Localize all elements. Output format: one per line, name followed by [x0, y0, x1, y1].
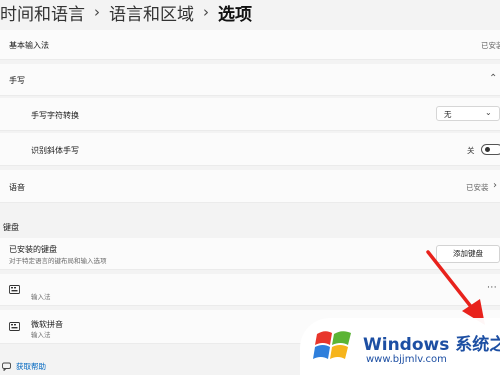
chevron-up-icon[interactable]: ⌃: [489, 73, 497, 84]
basic-input-row: 基本输入法 已安装: [0, 30, 500, 60]
dropdown-value: 无: [444, 110, 452, 119]
add-keyboard-button[interactable]: 添加键盘: [436, 245, 500, 263]
more-options-icon[interactable]: ···: [487, 283, 497, 293]
breadcrumb-time-language[interactable]: 时间和语言: [0, 0, 85, 25]
recognize-handwriting-toggle[interactable]: [481, 144, 500, 155]
breadcrumb-language-region[interactable]: 语言和区域: [109, 0, 194, 25]
handwriting-convert-label: 手写字符转换: [31, 111, 79, 120]
toggle-state-label: 关: [467, 146, 475, 155]
recognize-handwriting-label: 识别斜体手写: [31, 146, 79, 155]
keyboard-section-title: 键盘: [3, 223, 19, 232]
breadcrumb: 时间和语言 › 语言和区域 › 选项: [0, 0, 252, 25]
chevron-right-icon: ›: [493, 180, 497, 191]
keyboard-icon: [9, 322, 20, 331]
speech-label: 语音: [9, 183, 25, 192]
help-icon: [2, 362, 11, 371]
windows-logo-icon: [313, 331, 351, 359]
speech-status: 已安装: [466, 183, 489, 192]
get-help-label: 获取帮助: [16, 361, 46, 371]
chevron-down-icon: ⌄: [485, 108, 492, 117]
basic-input-label: 基本输入法: [9, 41, 49, 50]
watermark-brand-cn: 系统之家: [455, 335, 500, 355]
installed-keyboards-label: 已安装的键盘: [9, 245, 57, 254]
keyboard-item: 输入法 ···: [0, 274, 500, 306]
keyboard-icon: [9, 285, 20, 294]
watermark-brand: Windows 系统之家: [363, 330, 500, 355]
breadcrumb-separator: ›: [203, 3, 209, 21]
get-help-link[interactable]: 获取帮助: [0, 358, 46, 374]
speech-row[interactable]: 语音 已安装 ›: [0, 170, 500, 203]
toggle-knob: [485, 147, 490, 152]
basic-input-status: 已安装: [481, 41, 500, 50]
recognize-handwriting-row: 识别斜体手写 关: [0, 133, 500, 166]
handwriting-convert-dropdown[interactable]: 无 ⌄: [436, 106, 500, 121]
handwriting-row: 手写 ⌃: [0, 64, 500, 96]
keyboard-item-type: 输入法: [31, 293, 51, 301]
installed-keyboards-description: 对于特定语言的键布局和输入选项: [9, 257, 107, 265]
handwriting-convert-row: 手写字符转换 无 ⌄: [0, 98, 500, 131]
handwriting-label: 手写: [9, 76, 25, 85]
watermark-url: www.bjjmlv.com: [366, 354, 447, 365]
watermark: Windows 系统之家 www.bjjmlv.com: [300, 318, 500, 375]
page-title: 选项: [218, 4, 252, 25]
watermark-brand-en: Windows: [363, 335, 450, 355]
installed-keyboards-row: 已安装的键盘 对于特定语言的键布局和输入选项 添加键盘: [0, 238, 500, 270]
breadcrumb-separator: ›: [94, 3, 100, 21]
keyboard-item-type: 输入法: [31, 331, 51, 339]
